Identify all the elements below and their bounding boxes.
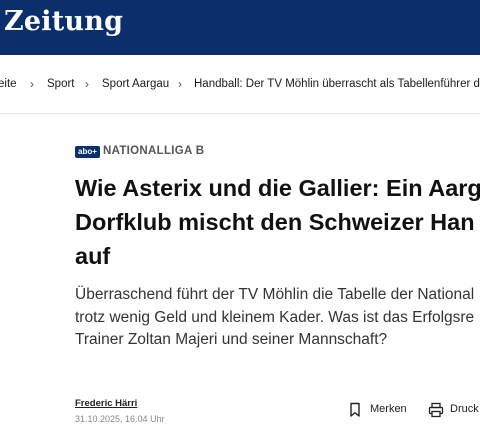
breadcrumb-current-article[interactable]: Handball: Der TV Möhlin überrascht als T… xyxy=(194,78,480,90)
chevron-right-icon: › xyxy=(178,77,182,91)
print-label: Druck xyxy=(450,403,479,415)
publish-date: 31.10.2025, 16.04 Uhr xyxy=(75,414,165,424)
article-kicker: NATIONALLIGA B xyxy=(103,145,205,157)
headline-line: Dorfklub mischt den Schweizer Han xyxy=(75,209,475,235)
chevron-right-icon: › xyxy=(85,77,89,91)
breadcrumb-home[interactable]: eite xyxy=(0,78,17,90)
breadcrumb-sport-aargau[interactable]: Sport Aargau xyxy=(102,78,169,90)
abo-plus-badge: abo+ xyxy=(75,146,100,158)
bookmark-label: Merken xyxy=(370,403,407,415)
author-link[interactable]: Frederic Härri xyxy=(75,398,137,409)
lead-line: Trainer Zoltan Majeri und seiner Mannsch… xyxy=(75,331,388,348)
brand-logo[interactable]: Zeitung xyxy=(4,6,123,37)
headline-line: Wie Asterix und die Gallier: Ein Aarg xyxy=(75,175,480,201)
masthead: Zeitung xyxy=(0,0,480,55)
print-button[interactable]: Druck xyxy=(428,402,480,418)
bookmark-icon xyxy=(350,402,360,417)
article-headline: Wie Asterix und die Gallier: Ein Aarg Do… xyxy=(75,171,480,273)
lead-line: Überraschend führt der TV Möhlin die Tab… xyxy=(75,286,475,303)
chevron-right-icon: › xyxy=(30,77,34,91)
lead-line: trotz wenig Geld und kleinem Kader. Was … xyxy=(75,308,475,326)
printer-icon xyxy=(428,402,444,418)
headline-line: auf xyxy=(75,243,111,269)
breadcrumb-sport[interactable]: Sport xyxy=(47,78,75,90)
article-lead: Überraschend führt der TV Möhlin die Tab… xyxy=(75,284,474,352)
breadcrumb: eite › Sport › Sport Aargau › Handball: … xyxy=(0,55,480,114)
bookmark-button[interactable]: Merken xyxy=(348,402,410,418)
